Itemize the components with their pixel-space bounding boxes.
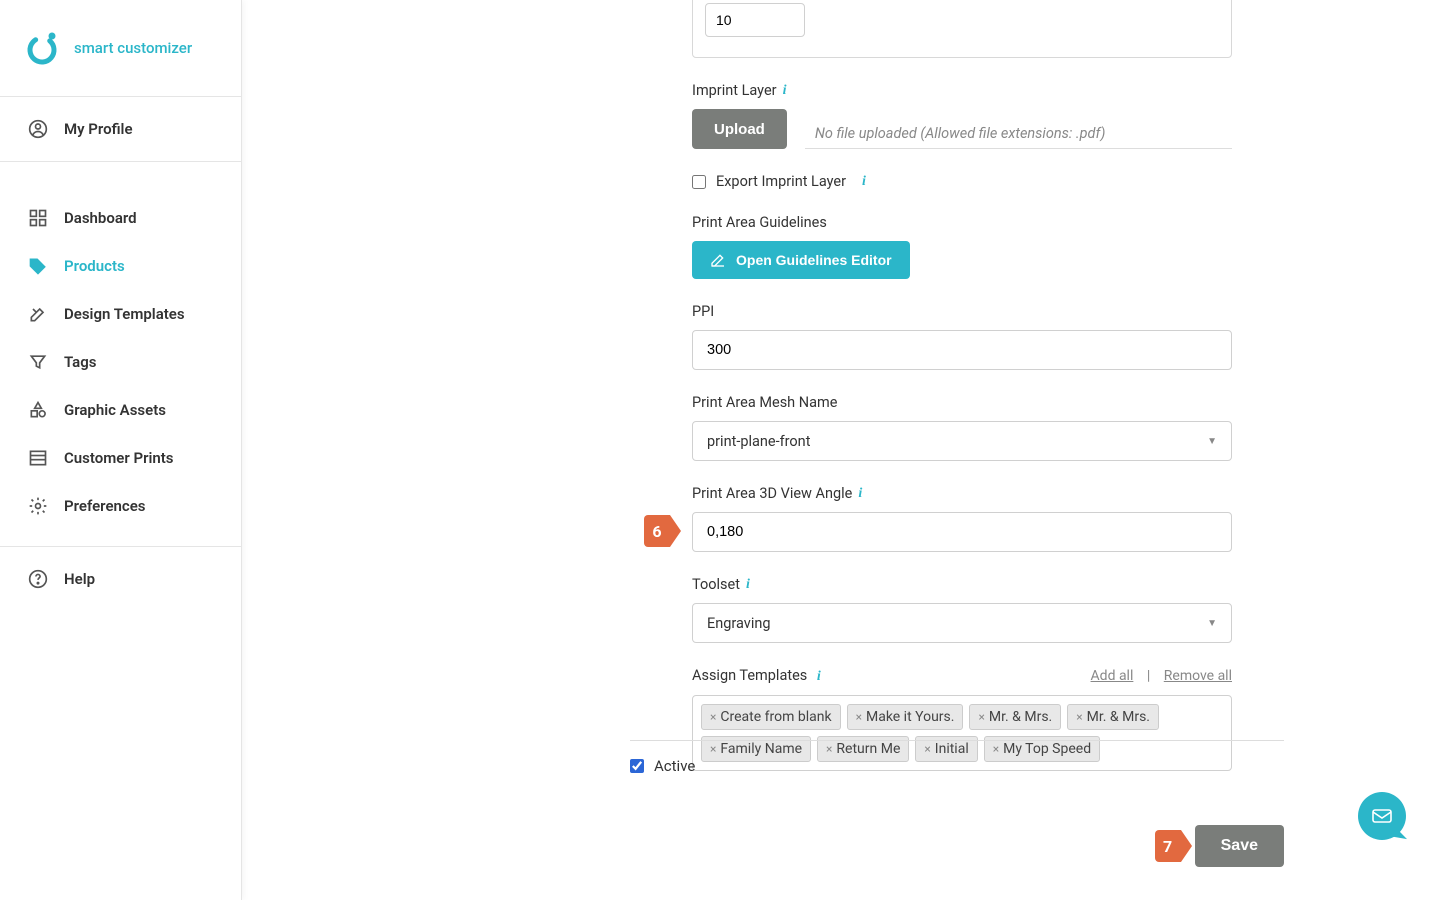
ppi-group: PPI — [692, 303, 1232, 370]
nav-preferences[interactable]: Preferences — [0, 482, 241, 530]
nav-label: My Profile — [64, 120, 133, 138]
remove-tag-icon[interactable]: × — [1076, 710, 1082, 724]
pencil-icon — [710, 252, 726, 268]
mesh-group: Print Area Mesh Name print-plane-front ▼ — [692, 394, 1232, 461]
tools-icon — [28, 304, 48, 324]
add-all-link[interactable]: Add all — [1091, 668, 1134, 684]
imprint-layer-label: Imprint Layer — [692, 82, 777, 99]
template-tag[interactable]: × Create from blank — [701, 704, 841, 730]
mail-icon — [1370, 804, 1394, 828]
help-icon — [28, 569, 48, 589]
top-number-container — [692, 0, 1232, 58]
nav-label: Design Templates — [64, 305, 185, 323]
nav-customer-prints[interactable]: Customer Prints — [0, 434, 241, 482]
view-angle-label: Print Area 3D View Angle — [692, 485, 852, 502]
export-imprint-label: Export Imprint Layer — [716, 173, 846, 190]
remove-tag-icon[interactable]: × — [978, 710, 984, 724]
main-content: Imprint Layer i Upload No file uploaded … — [242, 0, 1440, 795]
template-tag[interactable]: × Make it Yours. — [847, 704, 964, 730]
nav-label: Customer Prints — [64, 449, 174, 467]
nav-my-profile[interactable]: My Profile — [0, 97, 241, 162]
separator: | — [1147, 668, 1150, 684]
nav-label: Preferences — [64, 497, 146, 515]
tag-label: Mr. & Mrs. — [1087, 709, 1150, 725]
nav-main: Dashboard Products Design Templates Tags… — [0, 174, 241, 623]
nav-divider — [0, 546, 241, 547]
list-icon — [28, 448, 48, 468]
info-icon[interactable]: i — [783, 83, 787, 99]
info-icon[interactable]: i — [858, 486, 862, 502]
step-marker-7: 7 — [1155, 830, 1181, 862]
nav-design-templates[interactable]: Design Templates — [0, 290, 241, 338]
nav-label: Dashboard — [64, 209, 137, 227]
sidebar: smart customizer My Profile Dashboard Pr… — [0, 0, 242, 900]
mesh-value: print-plane-front — [707, 433, 810, 450]
tag-label: Mr. & Mrs. — [989, 709, 1052, 725]
chat-fab[interactable] — [1358, 792, 1406, 840]
toolset-label: Toolset — [692, 576, 740, 593]
view-angle-input[interactable] — [692, 512, 1232, 552]
template-tag[interactable]: × Mr. & Mrs. — [969, 704, 1061, 730]
chevron-down-icon: ▼ — [1207, 618, 1217, 629]
footer-area: Active 7 Save — [630, 740, 1284, 867]
remove-tag-icon[interactable]: × — [710, 710, 716, 724]
toolset-value: Engraving — [707, 615, 771, 632]
gear-icon — [28, 496, 48, 516]
mesh-label: Print Area Mesh Name — [692, 394, 837, 411]
active-row: Active — [630, 757, 1284, 775]
nav-label: Graphic Assets — [64, 401, 166, 419]
export-imprint-checkbox[interactable] — [692, 175, 706, 189]
nav-help[interactable]: Help — [0, 555, 241, 603]
templates-label: Assign Templates — [692, 667, 807, 684]
info-icon[interactable]: i — [862, 174, 866, 190]
nav-label: Products — [64, 257, 125, 275]
toolset-select[interactable]: Engraving ▼ — [692, 603, 1232, 643]
ppi-label: PPI — [692, 303, 714, 320]
nav-products[interactable]: Products — [0, 242, 241, 290]
top-number-input[interactable] — [705, 3, 805, 37]
guidelines-group: Print Area Guidelines Open Guidelines Ed… — [692, 214, 1232, 279]
nav-tags[interactable]: Tags — [0, 338, 241, 386]
logo-icon — [24, 30, 60, 66]
divider — [630, 740, 1284, 741]
active-checkbox[interactable] — [630, 759, 644, 773]
upload-hint: No file uploaded (Allowed file extension… — [805, 125, 1232, 149]
tag-label: Make it Yours. — [866, 709, 954, 725]
upload-button[interactable]: Upload — [692, 109, 787, 149]
active-label: Active — [654, 757, 695, 775]
ppi-input[interactable] — [692, 330, 1232, 370]
remove-tag-icon[interactable]: × — [856, 710, 862, 724]
export-imprint-row: Export Imprint Layer i — [692, 173, 1232, 190]
tag-icon — [28, 256, 48, 276]
tag-label: Create from blank — [720, 709, 831, 725]
template-actions: Add all | Remove all — [1091, 668, 1232, 684]
guidelines-label: Print Area Guidelines — [692, 214, 827, 231]
logo-area: smart customizer — [0, 0, 241, 97]
open-guidelines-button[interactable]: Open Guidelines Editor — [692, 241, 910, 279]
logo-text: smart customizer — [74, 39, 192, 57]
save-button[interactable]: Save — [1195, 825, 1284, 867]
imprint-layer-group: Imprint Layer i Upload No file uploaded … — [692, 82, 1232, 149]
guidelines-button-label: Open Guidelines Editor — [736, 252, 892, 268]
nav-dashboard[interactable]: Dashboard — [0, 194, 241, 242]
nav-label: Help — [64, 570, 95, 588]
filter-icon — [28, 352, 48, 372]
nav-graphic-assets[interactable]: Graphic Assets — [0, 386, 241, 434]
info-icon[interactable]: i — [746, 577, 750, 593]
chevron-down-icon: ▼ — [1207, 436, 1217, 447]
toolset-group: Toolset i Engraving ▼ — [692, 576, 1232, 643]
step-marker-6: 6 — [644, 515, 670, 547]
info-icon[interactable]: i — [817, 669, 821, 684]
shapes-icon — [28, 400, 48, 420]
nav-label: Tags — [64, 353, 97, 371]
remove-all-link[interactable]: Remove all — [1164, 668, 1232, 684]
mesh-select[interactable]: print-plane-front ▼ — [692, 421, 1232, 461]
view-angle-group: 6 Print Area 3D View Angle i — [692, 485, 1232, 552]
user-circle-icon — [28, 119, 48, 139]
template-tag[interactable]: × Mr. & Mrs. — [1067, 704, 1159, 730]
grid-icon — [28, 208, 48, 228]
